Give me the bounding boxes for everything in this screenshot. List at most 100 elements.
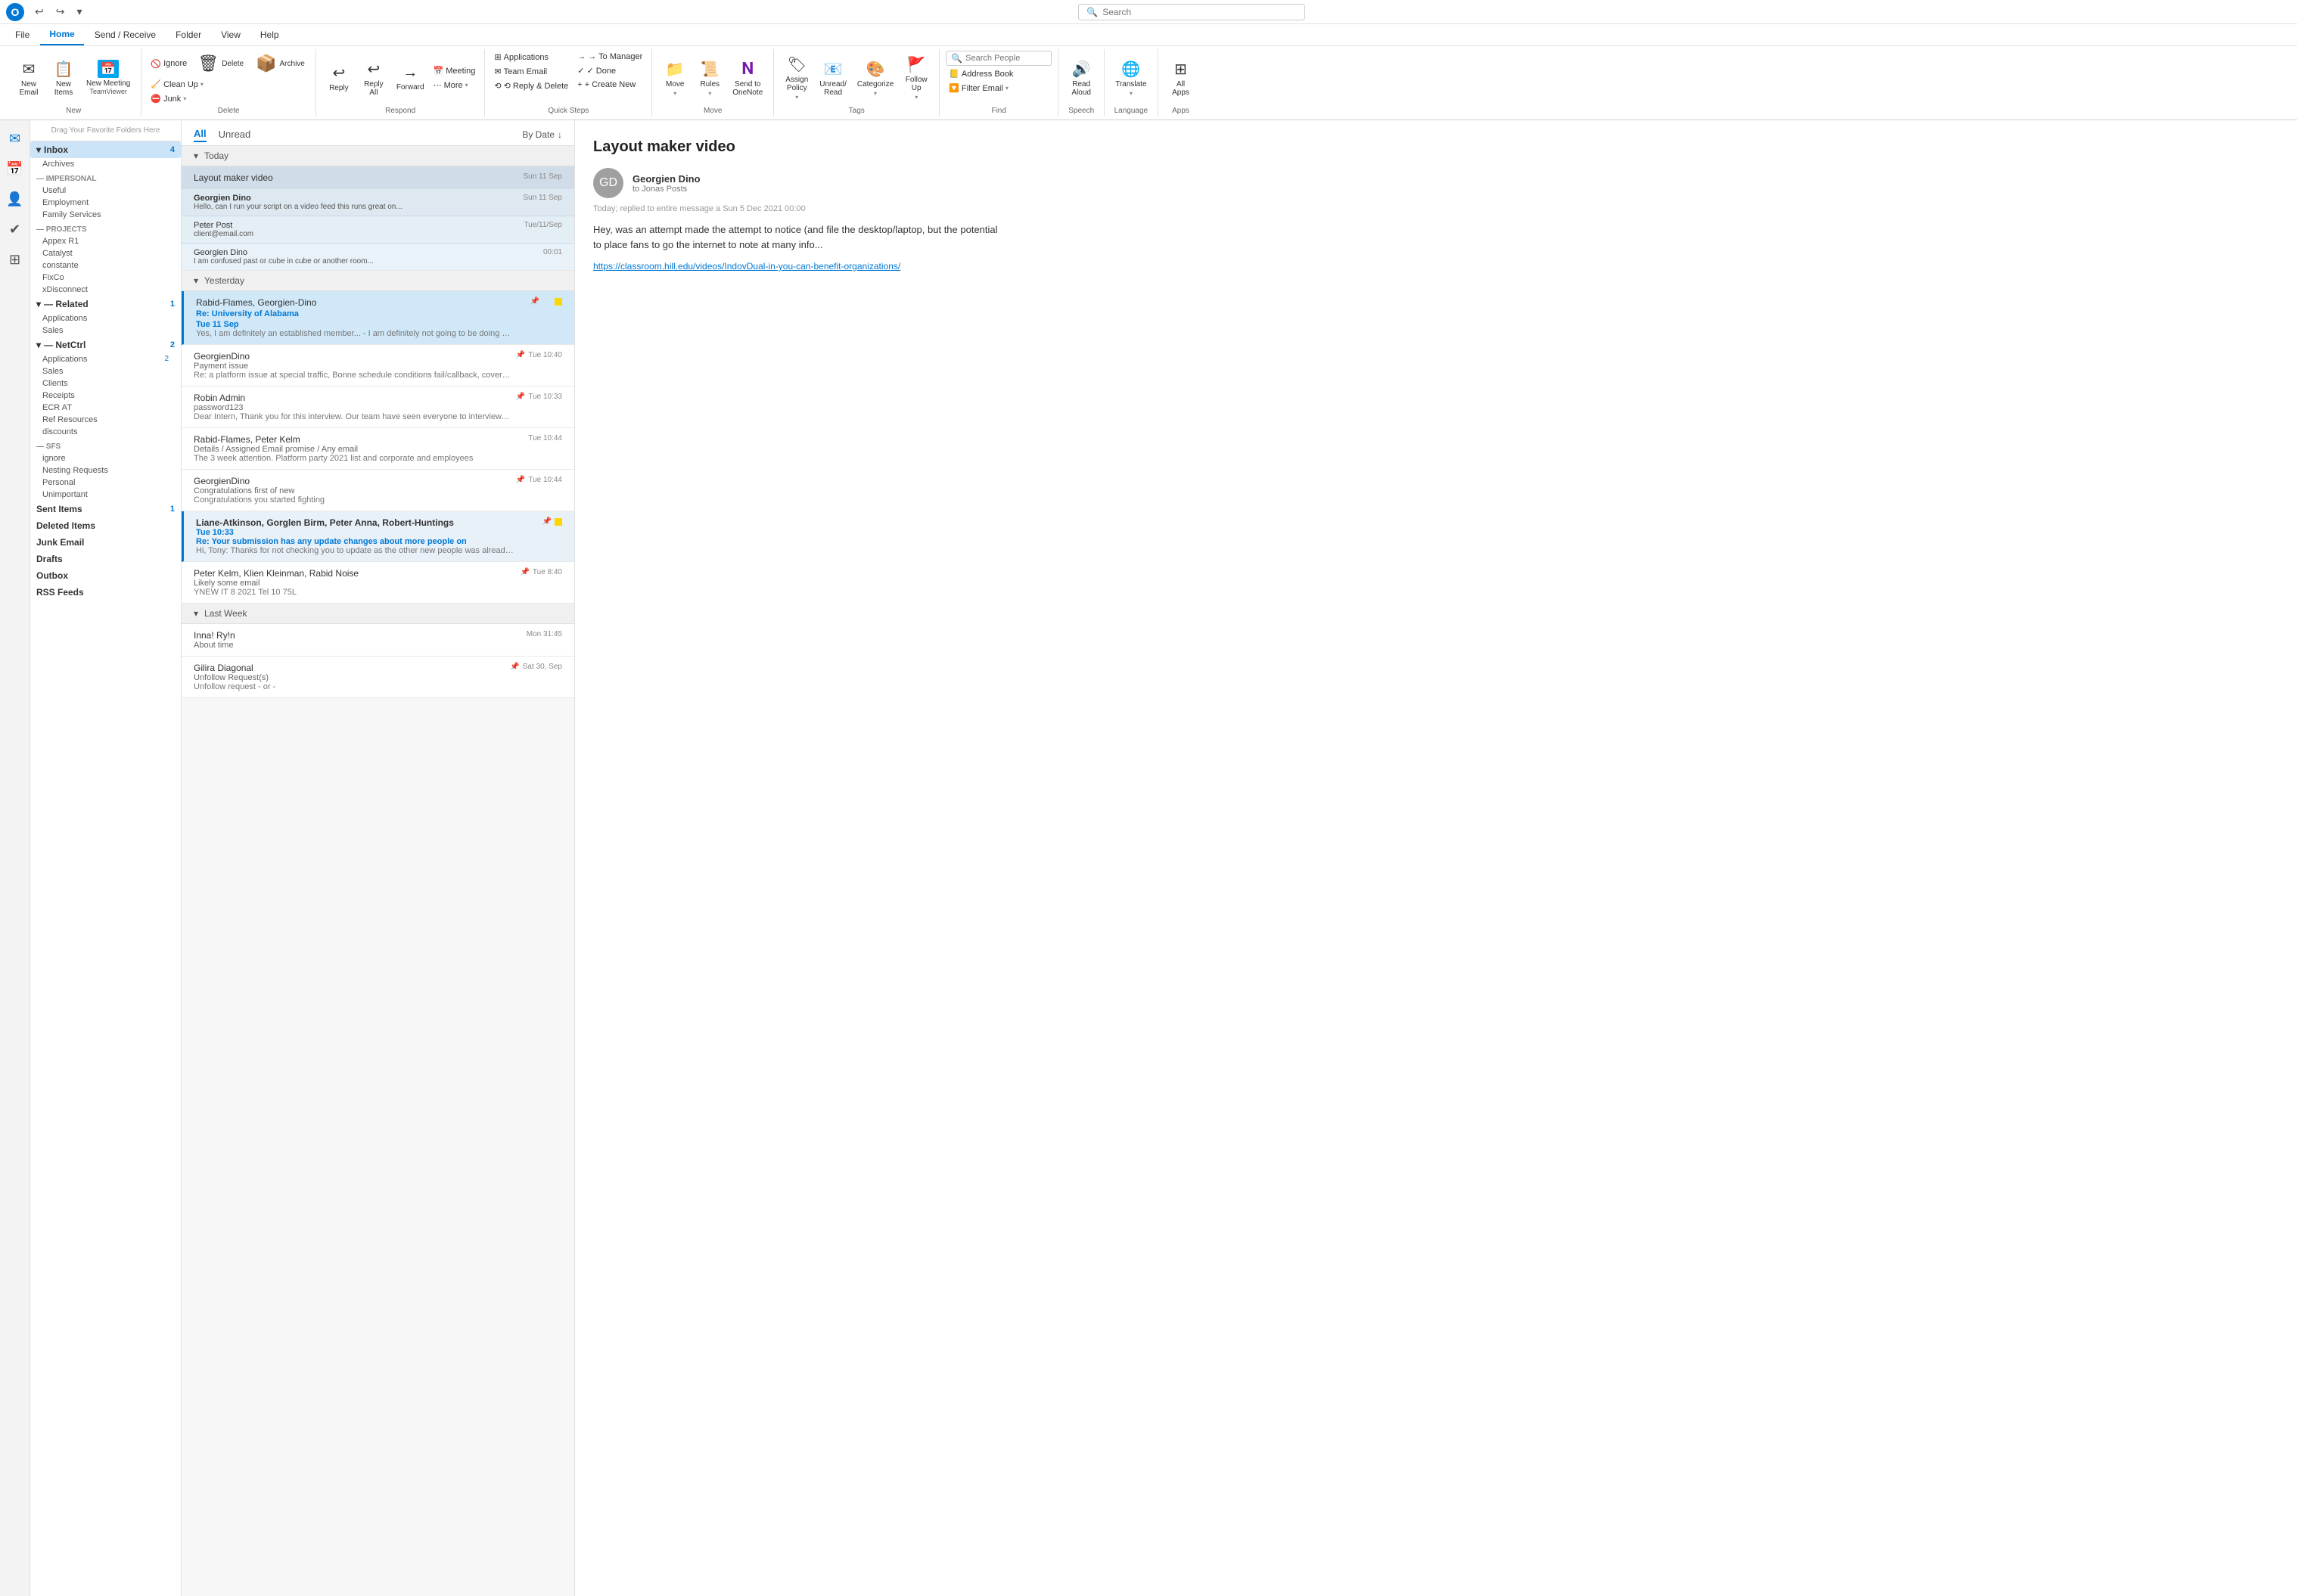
more-nav-icon[interactable]: ⊞ bbox=[3, 247, 27, 272]
tab-unread[interactable]: Unread bbox=[219, 127, 251, 141]
related-applications-folder[interactable]: Applications bbox=[30, 312, 181, 324]
appex-folder[interactable]: Appex R1 bbox=[30, 235, 181, 247]
clean-up-button[interactable]: 🧹 Clean Up ▾ bbox=[148, 78, 207, 91]
preview-link[interactable]: https://classroom.hill.edu/videos/IndovD… bbox=[593, 261, 2279, 272]
unimportant-folder[interactable]: Unimportant bbox=[30, 489, 181, 501]
tab-view[interactable]: View bbox=[212, 24, 250, 45]
related-sales-folder[interactable]: Sales bbox=[30, 324, 181, 337]
apps-group-buttons: ⊞ All Apps bbox=[1164, 51, 1198, 105]
ignore-folder[interactable]: ignore bbox=[30, 452, 181, 464]
tab-all[interactable]: All bbox=[194, 126, 207, 142]
inbox-folder[interactable]: ▾ Inbox 4 bbox=[30, 141, 181, 158]
email-item-gilira[interactable]: Gilira Diagonal 📌 Sat 30, Sep Unfollow R… bbox=[182, 657, 574, 698]
tab-send-receive[interactable]: Send / Receive bbox=[85, 24, 165, 45]
employment-folder[interactable]: Employment bbox=[30, 197, 181, 209]
delete-button[interactable]: 🗑 Delete bbox=[193, 51, 248, 76]
rss-folder[interactable]: RSS Feeds bbox=[30, 584, 181, 601]
netctrl-sales-folder[interactable]: Sales bbox=[30, 365, 181, 377]
search-input[interactable] bbox=[1102, 7, 1297, 17]
email-item-inna[interactable]: Inna! Ry!n Mon 31:45 About time bbox=[182, 624, 574, 657]
team-email-button[interactable]: ✉ Team Email bbox=[491, 65, 571, 78]
mail-nav-icon[interactable]: ✉ bbox=[3, 126, 27, 151]
ecr-folder[interactable]: ECR AT bbox=[30, 402, 181, 414]
email-flag-liane-yellow bbox=[555, 518, 562, 526]
forward-button[interactable]: → Forward bbox=[392, 61, 429, 95]
receipts-folder[interactable]: Receipts bbox=[30, 390, 181, 402]
sent-items-folder[interactable]: Sent Items 1 bbox=[30, 501, 181, 517]
archives-folder[interactable]: Archives bbox=[30, 158, 181, 170]
onenote-button[interactable]: 𝐍 Send to OneNote bbox=[728, 56, 767, 100]
email-item-georgiendino-2[interactable]: GeorgienDino 📌 Tue 10:44 Congratulations… bbox=[182, 470, 574, 511]
follow-up-button[interactable]: 🚩 Follow Up ▾ bbox=[900, 52, 933, 104]
xdisconnect-folder[interactable]: xDisconnect bbox=[30, 284, 181, 296]
ignore-button[interactable]: 🚫 Ignore bbox=[148, 51, 190, 76]
fixco-folder[interactable]: FixCo bbox=[30, 272, 181, 284]
filter-email-button[interactable]: 🔽 Filter Email ▾ bbox=[946, 82, 1012, 95]
email-item-peter-kelm[interactable]: Rabid-Flames, Peter Kelm Tue 10:44 Detai… bbox=[182, 428, 574, 470]
create-new-button[interactable]: + + Create New bbox=[574, 79, 645, 91]
quick-steps-label: Quick Steps bbox=[548, 107, 589, 115]
reply-button[interactable]: ↩ Reply bbox=[322, 61, 356, 95]
new-items-button[interactable]: 📋 NewItems bbox=[47, 57, 80, 100]
search-people-icon: 🔍 bbox=[951, 53, 962, 64]
email-item-rabid-flames-1[interactable]: Rabid-Flames, Georgien-Dino 📌 Re: Univer… bbox=[182, 291, 574, 345]
netctrl-applications-folder[interactable]: Applications2 bbox=[30, 353, 181, 365]
archive-button[interactable]: 📦 Archive bbox=[251, 51, 309, 76]
search-box[interactable]: 🔍 bbox=[1078, 4, 1305, 20]
meeting-button[interactable]: 📅 Meeting bbox=[430, 64, 479, 77]
done-button[interactable]: ✓ ✓ Done bbox=[574, 64, 645, 77]
to-manager-button[interactable]: → → To Manager bbox=[574, 51, 645, 63]
rules-button[interactable]: 📜 Rules ▾ bbox=[693, 57, 726, 100]
deleted-items-folder[interactable]: Deleted Items bbox=[30, 517, 181, 534]
family-services-folder[interactable]: Family Services bbox=[30, 209, 181, 221]
drafts-folder[interactable]: Drafts bbox=[30, 551, 181, 567]
netctrl-folder[interactable]: ▾ — NetCtrl 2 bbox=[30, 337, 181, 353]
read-aloud-button[interactable]: 🔊 Read Aloud bbox=[1065, 57, 1098, 100]
tab-folder[interactable]: Folder bbox=[166, 24, 210, 45]
categorize-button[interactable]: 🎨 Categorize ▾ bbox=[853, 57, 898, 100]
undo-button[interactable]: ↩ bbox=[30, 4, 48, 20]
ref-resources-folder[interactable]: Ref Resources bbox=[30, 414, 181, 426]
contacts-nav-icon[interactable]: 👤 bbox=[3, 187, 27, 211]
move-button[interactable]: 📁 Move ▾ bbox=[658, 57, 692, 100]
discounts-folder[interactable]: discounts bbox=[30, 426, 181, 438]
email-item-georgiendino-1[interactable]: GeorgienDino 📌 Tue 10:40 Payment issue R… bbox=[182, 345, 574, 387]
personal-folder[interactable]: Personal bbox=[30, 477, 181, 489]
search-people-input[interactable] bbox=[965, 54, 1041, 63]
clients-folder[interactable]: Clients bbox=[30, 377, 181, 390]
applications-button[interactable]: ⊞ Applications bbox=[491, 51, 571, 64]
tasks-nav-icon[interactable]: ✔ bbox=[3, 217, 27, 241]
redo-button[interactable]: ↪ bbox=[51, 4, 70, 20]
catalyst-folder[interactable]: Catalyst bbox=[30, 247, 181, 259]
sort-label: By Date bbox=[522, 129, 555, 140]
constante-folder[interactable]: constante bbox=[30, 259, 181, 272]
new-meeting-button[interactable]: 📅 New MeetingTeamViewer bbox=[82, 57, 135, 99]
email-item-layout-video[interactable]: Layout maker video Sun 11 Sep Georgien D… bbox=[182, 166, 574, 271]
reply-all-icon: ↩ bbox=[367, 60, 380, 79]
tab-home[interactable]: Home bbox=[40, 24, 83, 45]
all-apps-button[interactable]: ⊞ All Apps bbox=[1164, 57, 1198, 100]
translate-button[interactable]: 🌐 Translate ▾ bbox=[1111, 57, 1151, 100]
email-item-robin[interactable]: Robin Admin 📌 Tue 10:33 password123 Dear… bbox=[182, 387, 574, 428]
nesting-requests-folder[interactable]: Nesting Requests bbox=[30, 464, 181, 477]
reply-all-button[interactable]: ↩ Reply All bbox=[357, 57, 390, 100]
email-sort-control[interactable]: By Date ↓ bbox=[522, 129, 562, 140]
new-email-button[interactable]: ✉ New Email bbox=[12, 57, 45, 100]
useful-folder[interactable]: Useful bbox=[30, 185, 181, 197]
assign-policy-button[interactable]: 🏷 Assign Policy ▾ bbox=[780, 52, 813, 104]
calendar-nav-icon[interactable]: 📅 bbox=[3, 157, 27, 181]
tab-help[interactable]: Help bbox=[251, 24, 288, 45]
junk-email-folder[interactable]: Junk Email bbox=[30, 534, 181, 551]
more-respond-button[interactable]: ⋯ More ▾ bbox=[430, 79, 479, 92]
tab-file[interactable]: File bbox=[6, 24, 39, 45]
junk-button[interactable]: ⛔ Junk ▾ bbox=[148, 92, 189, 105]
outbox-folder[interactable]: Outbox bbox=[30, 567, 181, 584]
email-item-pkk[interactable]: Peter Kelm, Klien Kleinman, Rabid Noise … bbox=[182, 562, 574, 604]
address-book-button[interactable]: 📒 Address Book bbox=[946, 67, 1016, 80]
unread-read-button[interactable]: 📧 Unread/ Read bbox=[815, 57, 851, 100]
email-item-liane[interactable]: Liane-Atkinson, Gorglen Birm, Peter Anna… bbox=[182, 511, 574, 562]
email-preview-gd1: Re: a platform issue at special traffic,… bbox=[194, 371, 511, 380]
customize-button[interactable]: ▾ bbox=[72, 4, 86, 20]
related-folder[interactable]: ▾ — Related 1 bbox=[30, 296, 181, 312]
reply-delete-button[interactable]: ⟲ ⟲ Reply & Delete bbox=[491, 79, 571, 92]
